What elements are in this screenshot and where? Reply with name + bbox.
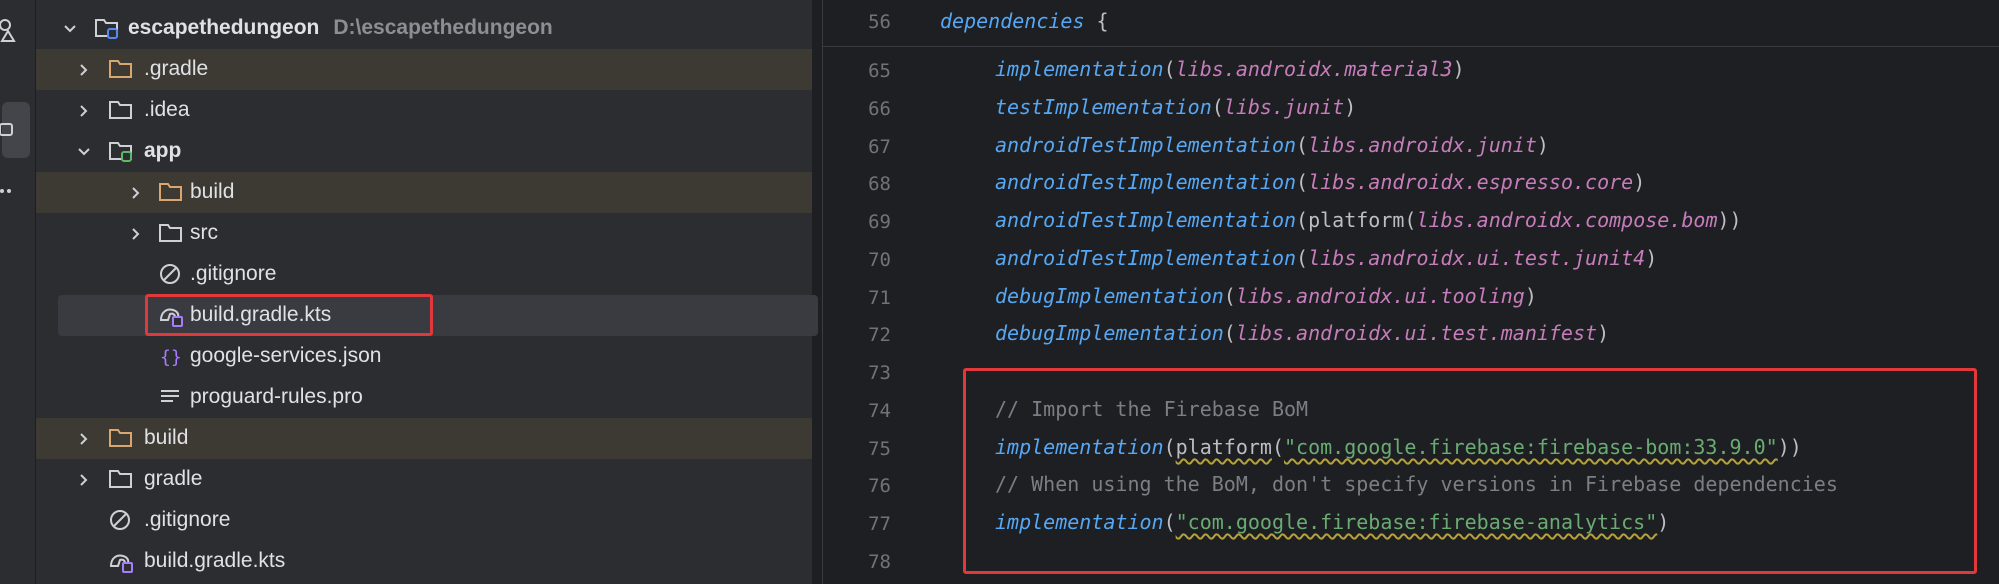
tree-item-proguard[interactable]: proguard-rules.pro: [36, 377, 812, 418]
tree-item-label: google-services.json: [190, 344, 382, 367]
tree-item-root[interactable]: escapethedungeon D:\escapethedungeon: [36, 8, 812, 49]
line-number: 70: [868, 249, 891, 271]
tree-item-label: .gitignore: [190, 262, 277, 285]
sticky-scope-header[interactable]: 56 dependencies {: [823, 0, 1999, 47]
tree-item-src[interactable]: src: [36, 213, 812, 254]
code-line: androidTestImplementation(libs.androidx.…: [995, 133, 1549, 157]
code-line: androidTestImplementation(libs.androidx.…: [995, 170, 1646, 194]
ignore-icon: [110, 510, 130, 530]
folder-icon: [109, 101, 132, 119]
chevron-right-icon[interactable]: [128, 226, 144, 242]
tree-item-label: .idea: [144, 98, 190, 121]
tree-item-gradle-dir[interactable]: .gradle: [36, 49, 812, 90]
code-line: debugImplementation(libs.androidx.ui.tes…: [995, 321, 1610, 345]
module-folder-icon: [109, 142, 132, 162]
shapes-icon[interactable]: [0, 14, 35, 44]
tree-item-label: proguard-rules.pro: [190, 385, 363, 408]
line-number: 73: [868, 362, 891, 384]
line-number: 68: [868, 173, 891, 195]
tree-item-label: build: [144, 426, 189, 449]
tree-item-google-services[interactable]: {} google-services.json: [36, 336, 812, 377]
line-number: 76: [868, 475, 891, 497]
tree-item-label: .gitignore: [144, 508, 231, 531]
line-number: 69: [868, 211, 891, 233]
folder-icon: [159, 224, 182, 242]
tree-item-root-build-gradle-kts[interactable]: build.gradle.kts: [36, 541, 812, 582]
tree-item-label: build.gradle.kts: [144, 549, 286, 572]
line-number: 56: [868, 11, 891, 33]
line-number: 72: [868, 324, 891, 346]
tree-item-label: .gradle: [144, 57, 209, 80]
line-number: 66: [868, 98, 891, 120]
code-token: dependencies: [940, 9, 1085, 33]
gradle-icon: [109, 554, 133, 573]
tree-item-gitignore[interactable]: .gitignore: [36, 254, 812, 295]
code-line: androidTestImplementation(libs.androidx.…: [995, 246, 1658, 270]
tree-item-app[interactable]: app: [36, 131, 812, 172]
code-line: androidTestImplementation(platform(libs.…: [995, 208, 1742, 232]
tree-item-label: src: [190, 221, 218, 244]
tool-strip: [0, 0, 36, 584]
more-icon[interactable]: [0, 176, 35, 206]
chevron-down-icon[interactable]: [76, 144, 92, 160]
project-tree: escapethedungeon D:\escapethedungeon .gra…: [36, 0, 852, 584]
project-name: escapethedungeon: [128, 16, 320, 39]
tree-item-root-gitignore[interactable]: .gitignore: [36, 500, 812, 541]
svg-text:{}: {}: [160, 347, 182, 368]
project-icon[interactable]: [0, 115, 35, 145]
line-number: 77: [868, 513, 891, 535]
line-number: 74: [868, 400, 891, 422]
project-path: D:\escapethedungeon: [333, 16, 553, 39]
code-editor[interactable]: 56 dependencies { 65 implementation(libs…: [822, 0, 1999, 584]
code-line: implementation(libs.androidx.material3): [995, 57, 1465, 81]
tree-item-label: gradle: [144, 467, 203, 490]
code-line: debugImplementation(libs.androidx.ui.too…: [995, 284, 1537, 308]
folder-icon: [109, 429, 132, 447]
line-number: 78: [868, 551, 891, 573]
code-line: testImplementation(libs.junit): [995, 95, 1357, 119]
annotation-box-file: [145, 294, 433, 336]
tree-item-label: build: [190, 180, 235, 203]
line-number: 71: [868, 287, 891, 309]
chevron-right-icon[interactable]: [128, 185, 144, 201]
chevron-right-icon[interactable]: [76, 431, 92, 447]
tree-item-app-build[interactable]: build: [36, 172, 812, 213]
folder-icon: [109, 470, 132, 488]
ignore-icon: [160, 264, 180, 284]
text-file-icon: [161, 390, 179, 402]
chevron-down-icon[interactable]: [62, 21, 78, 37]
folder-icon: [159, 183, 182, 201]
line-number: 65: [868, 60, 891, 82]
chevron-right-icon[interactable]: [76, 62, 92, 78]
tree-item-build[interactable]: build: [36, 418, 812, 459]
chevron-right-icon[interactable]: [76, 103, 92, 119]
line-number: 75: [868, 438, 891, 460]
chevron-right-icon[interactable]: [76, 472, 92, 488]
folder-icon: [109, 60, 132, 78]
tree-item-label: app: [144, 139, 182, 162]
annotation-box-code: [963, 368, 1977, 574]
json-icon: {}: [160, 347, 182, 368]
tree-item-gradle[interactable]: gradle: [36, 459, 812, 500]
line-number: 67: [868, 136, 891, 158]
code-token: {: [1084, 9, 1109, 33]
module-folder-icon: [95, 19, 118, 39]
tree-item-idea[interactable]: .idea: [36, 90, 812, 131]
